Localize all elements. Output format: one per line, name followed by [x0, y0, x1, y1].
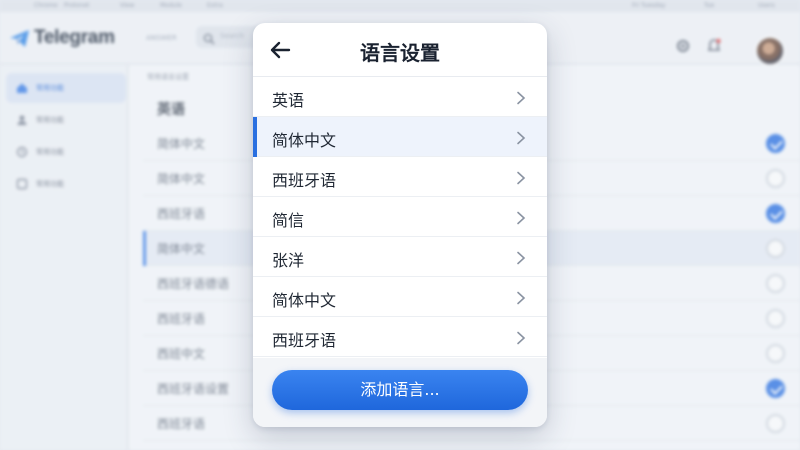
language-settings-dialog: 语言设置 英语 简体中文 西班牙语 简信 张洋 简体中文 西班牙语 添加语言..… [253, 23, 547, 427]
dialog-footer: 添加语言... [253, 358, 547, 427]
chevron-right-icon [515, 130, 527, 145]
language-item[interactable]: 简信 [253, 197, 547, 237]
language-list: 英语 简体中文 西班牙语 简信 张洋 简体中文 西班牙语 [253, 77, 547, 357]
add-language-button[interactable]: 添加语言... [272, 370, 528, 410]
dialog-header: 语言设置 [253, 23, 547, 77]
language-item[interactable]: 简体中文 [253, 277, 547, 317]
language-label: 西班牙语 [272, 331, 337, 350]
dialog-title: 语言设置 [360, 41, 440, 65]
chevron-right-icon [515, 290, 527, 305]
language-label: 简体中文 [272, 291, 337, 310]
language-item[interactable]: 西班牙语 [253, 157, 547, 197]
language-label: 简信 [272, 211, 305, 230]
language-label: 张洋 [272, 251, 305, 270]
language-label: 西班牙语 [272, 171, 337, 190]
language-item[interactable]: 西班牙语 [253, 317, 547, 357]
language-item[interactable]: 张洋 [253, 237, 547, 277]
chevron-right-icon [515, 210, 527, 225]
language-item-selected[interactable]: 简体中文 [253, 117, 547, 157]
language-item[interactable]: 英语 [253, 77, 547, 117]
chevron-right-icon [515, 170, 527, 185]
chevron-right-icon [515, 90, 527, 105]
language-label: 英语 [272, 91, 305, 110]
chevron-right-icon [515, 250, 527, 265]
chevron-right-icon [515, 330, 527, 345]
language-label: 简体中文 [272, 131, 337, 150]
